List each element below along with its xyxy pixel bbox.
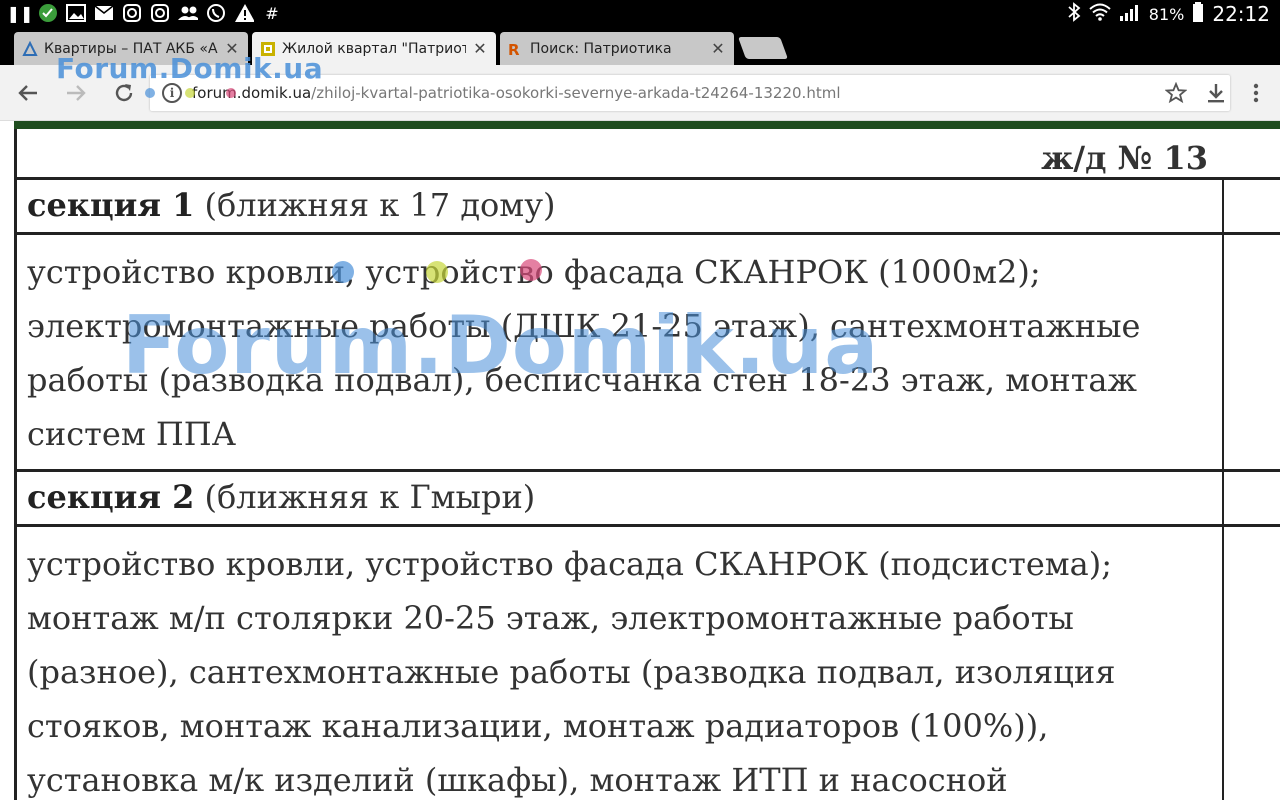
section-1-row: секция 1 (ближняя к 17 дому) xyxy=(14,180,1280,235)
header-row: ж/д № 13 xyxy=(14,129,1280,180)
instagram-icon xyxy=(122,3,142,23)
pause-icon: ❚❚ xyxy=(6,3,34,23)
download-button[interactable] xyxy=(1202,79,1230,107)
notification-icons: ❚❚ # xyxy=(6,3,282,23)
table-top-bar xyxy=(14,121,1280,129)
people-icon xyxy=(178,3,198,23)
watermark-large: Forum.Domik.ua xyxy=(122,299,880,392)
star-icon xyxy=(1165,82,1187,104)
right-column xyxy=(1222,180,1224,232)
back-arrow-icon xyxy=(18,85,37,101)
tab-title: Поиск: Патриотика xyxy=(530,40,672,57)
section-2-row: секция 2 (ближняя к Гмыри) xyxy=(14,472,1280,527)
tab-close-icon[interactable]: ✕ xyxy=(472,39,488,58)
status-bar: ❚❚ # 81% 22:12 xyxy=(0,0,1280,27)
forward-arrow-icon xyxy=(67,85,86,101)
image-icon xyxy=(66,3,86,23)
url-path: /zhiloj-kvartal-patriotika-osokorki-seve… xyxy=(311,84,841,102)
section-2-note: (ближняя к Гмыри) xyxy=(194,478,536,516)
watermark-dot-green-small xyxy=(185,88,195,98)
battery-level: 81% xyxy=(1148,4,1185,24)
url-text[interactable]: forum.domik.ua/zhiloj-kvartal-patriotika… xyxy=(192,84,841,102)
app-badge-icon xyxy=(38,3,58,23)
right-column xyxy=(1222,235,1224,469)
instagram-icon-2 xyxy=(150,3,170,23)
bluetooth-icon xyxy=(1067,2,1081,26)
section-1-label: секция 1 xyxy=(27,186,195,224)
reload-icon xyxy=(115,84,133,102)
signal-icon xyxy=(1119,3,1141,25)
building-header: ж/д № 13 xyxy=(1041,139,1208,177)
watermark-dot-pink xyxy=(520,259,542,281)
new-tab-button[interactable] xyxy=(737,37,789,59)
right-column xyxy=(1222,527,1224,800)
section-2-label: секция 2 xyxy=(27,478,195,516)
watermark-dot-green xyxy=(426,261,448,283)
back-button[interactable] xyxy=(14,79,42,107)
watermark-dot-blue-small xyxy=(145,88,155,98)
svg-text:R: R xyxy=(508,41,520,57)
system-indicators: 81% 22:12 xyxy=(1067,2,1270,26)
warning-icon xyxy=(234,3,254,23)
section-1-note: (ближняя к 17 дому) xyxy=(194,186,556,224)
arkada-favicon-icon xyxy=(22,40,38,56)
wifi-icon xyxy=(1089,3,1111,25)
section-2-works: устройство кровли, устройство фасада СКА… xyxy=(14,527,1280,800)
watermark-dot-blue xyxy=(332,261,354,283)
hashtag-icon: # xyxy=(265,3,279,23)
watermark-dot-pink-small xyxy=(226,88,236,98)
bookmark-button[interactable] xyxy=(1162,79,1190,107)
battery-icon xyxy=(1192,2,1204,26)
document-image: ж/д № 13 секция 1 (ближняя к 17 дому) ус… xyxy=(14,129,1280,800)
more-vert-icon xyxy=(1253,83,1259,103)
info-icon[interactable]: i xyxy=(162,83,182,103)
clock: 22:12 xyxy=(1212,2,1270,26)
page-content: ж/д № 13 секция 1 (ближняя к 17 дому) ус… xyxy=(0,121,1280,800)
download-icon xyxy=(1208,84,1224,103)
tab-close-icon[interactable]: ✕ xyxy=(710,39,726,58)
url-host: forum.domik.ua xyxy=(192,84,312,102)
menu-button[interactable] xyxy=(1242,79,1270,107)
mail-icon xyxy=(94,3,114,23)
search-site-favicon-icon: R xyxy=(508,41,520,57)
tab-search[interactable]: R Поиск: Патриотика ✕ xyxy=(500,32,734,65)
viber-icon xyxy=(206,3,226,23)
watermark-small: Forum.Domik.ua xyxy=(56,52,324,85)
right-column xyxy=(1222,472,1224,524)
section-2-text: устройство кровли, устройство фасада СКА… xyxy=(27,545,1116,799)
